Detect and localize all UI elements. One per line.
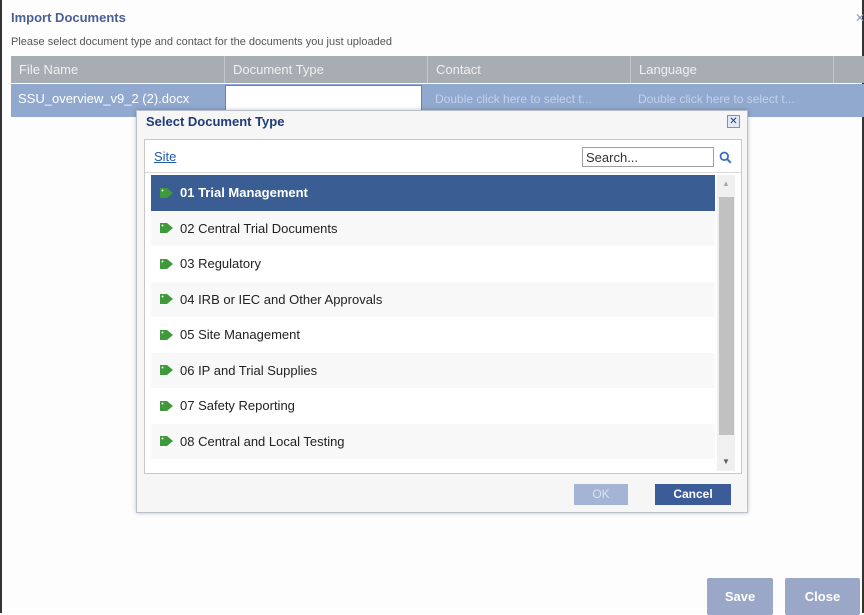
list-item-label: 04 IRB or IEC and Other Approvals xyxy=(180,282,382,317)
column-header-file-name[interactable]: File Name xyxy=(11,56,225,83)
scrollbar-thumb[interactable] xyxy=(719,197,734,435)
search-icon[interactable] xyxy=(715,147,735,167)
list-item-label: 02 Central Trial Documents xyxy=(180,211,338,246)
list-item[interactable]: 10 Data Management xyxy=(151,459,715,471)
list-item[interactable]: 07 Safety Reporting xyxy=(151,388,715,424)
tag-icon xyxy=(160,329,174,341)
list-item[interactable]: 05 Site Management xyxy=(151,317,715,353)
grid-header: File Name Document Type Contact Language xyxy=(11,56,864,83)
list-item[interactable]: 08 Central and Local Testing xyxy=(151,424,715,460)
document-type-panel: Site 01 Trial Management02 Central Trial… xyxy=(144,139,742,474)
tag-icon xyxy=(160,435,174,447)
column-header-document-type[interactable]: Document Type xyxy=(225,56,428,83)
cancel-button[interactable]: Cancel xyxy=(655,484,731,505)
list-item[interactable]: 03 Regulatory xyxy=(151,246,715,282)
list-item-label: 08 Central and Local Testing xyxy=(180,424,345,459)
list-item[interactable]: 04 IRB or IEC and Other Approvals xyxy=(151,282,715,318)
dialog-subtitle: Please select document type and contact … xyxy=(11,36,392,48)
list-scrollbar[interactable]: ▲ ▼ xyxy=(717,175,735,471)
list-item-label: 01 Trial Management xyxy=(180,175,308,210)
list-item[interactable]: 02 Central Trial Documents xyxy=(151,211,715,247)
scroll-down-icon[interactable]: ▼ xyxy=(717,453,735,471)
list-item-label: 07 Safety Reporting xyxy=(180,388,295,423)
select-document-type-modal: Select Document Type ✕ Site 01 Trial Man… xyxy=(136,110,748,513)
tag-icon xyxy=(160,364,174,376)
tag-icon xyxy=(160,293,174,305)
breadcrumb-site-link[interactable]: Site xyxy=(154,149,176,164)
tag-icon xyxy=(160,187,174,199)
tag-icon xyxy=(160,222,174,234)
list-item-label: 06 IP and Trial Supplies xyxy=(180,353,317,388)
list-item[interactable]: 01 Trial Management xyxy=(151,175,715,211)
column-header-spacer xyxy=(834,56,864,83)
list-item[interactable]: 06 IP and Trial Supplies xyxy=(151,353,715,389)
close-button[interactable]: Close xyxy=(785,578,860,615)
list-item-label: 10 Data Management xyxy=(180,459,305,471)
scroll-up-icon[interactable]: ▲ xyxy=(717,175,735,193)
document-type-list: 01 Trial Management02 Central Trial Docu… xyxy=(151,175,715,471)
save-button[interactable]: Save xyxy=(707,578,773,615)
tag-icon xyxy=(160,258,174,270)
column-header-language[interactable]: Language xyxy=(631,56,834,83)
close-icon[interactable]: ✕ xyxy=(853,11,864,25)
dialog-title: Import Documents xyxy=(11,10,126,25)
list-item-label: 03 Regulatory xyxy=(180,246,261,281)
close-icon[interactable]: ✕ xyxy=(727,115,740,128)
tag-icon xyxy=(160,400,174,412)
column-header-contact[interactable]: Contact xyxy=(428,56,631,83)
panel-toolbar: Site xyxy=(145,140,741,173)
ok-button[interactable]: OK xyxy=(574,484,628,505)
search-input[interactable] xyxy=(582,147,714,167)
list-item-label: 05 Site Management xyxy=(180,317,300,352)
modal-title: Select Document Type xyxy=(146,114,284,129)
